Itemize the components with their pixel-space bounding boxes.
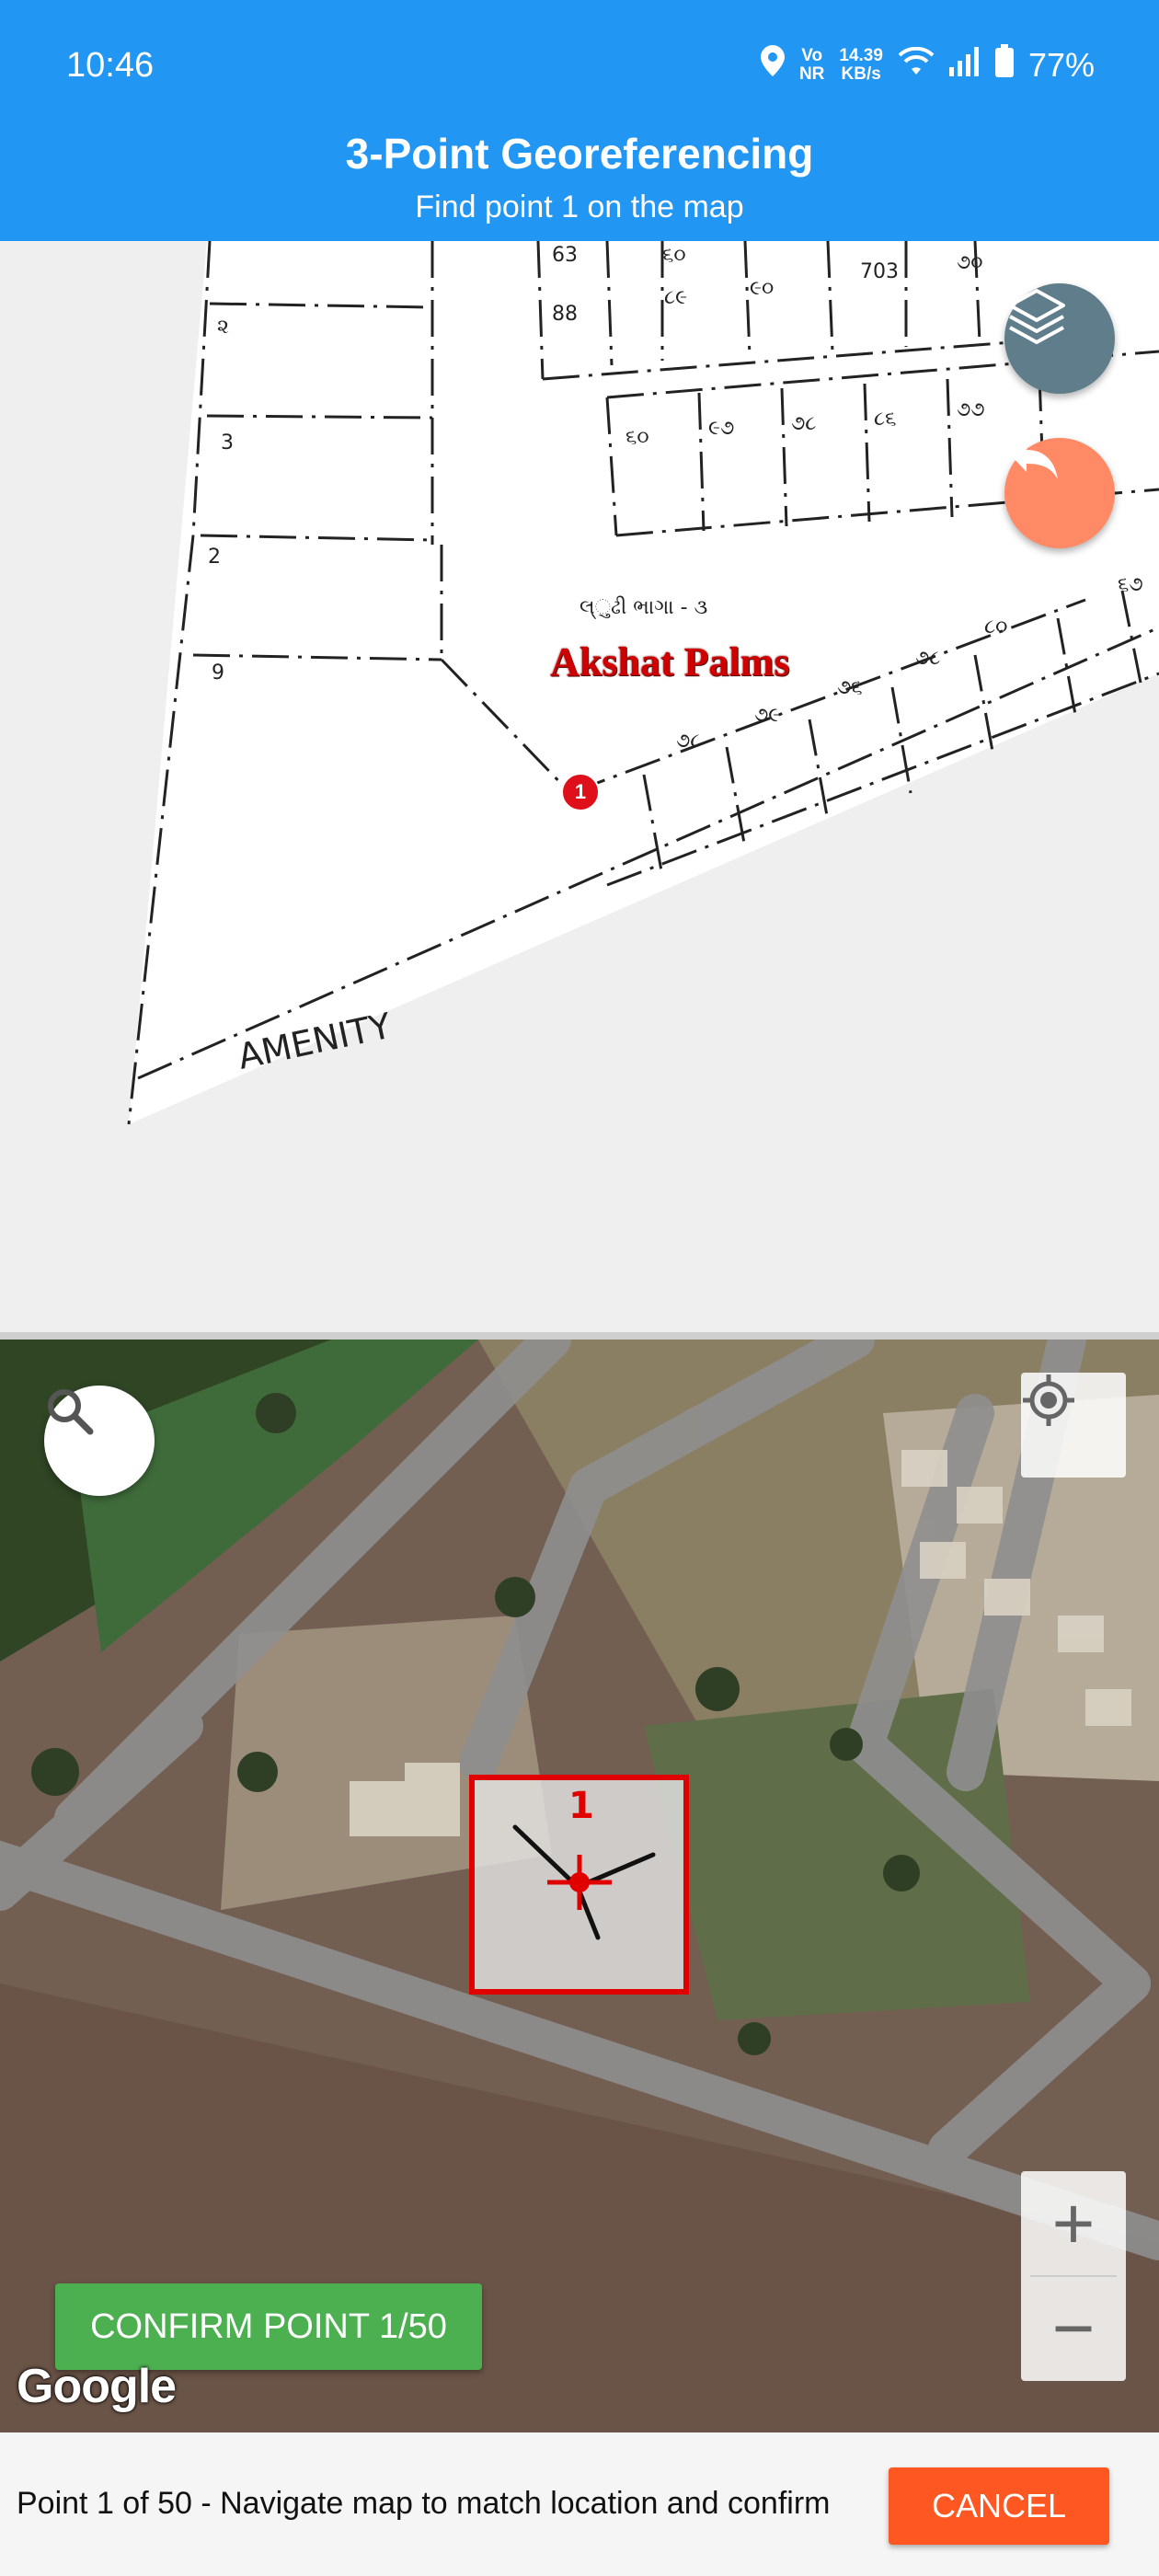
svg-text:લ્ુઢી ભાગા - ૩: લ્ુઢી ભાગા - ૩ <box>580 596 707 619</box>
google-attribution: Google <box>17 2360 177 2413</box>
zoom-in-button[interactable]: + <box>1021 2171 1126 2276</box>
bottom-bar: Point 1 of 50 - Navigate map to match lo… <box>0 2432 1159 2576</box>
svg-text:૨: ૨ <box>217 316 229 339</box>
zoom-out-button[interactable]: − <box>1021 2276 1126 2381</box>
volte-indicator: Vo NR <box>798 45 825 84</box>
svg-text:703: 703 <box>860 260 899 283</box>
split-divider[interactable] <box>0 1332 1159 1340</box>
svg-text:૬૦: ૬૦ <box>662 244 686 267</box>
my-location-button[interactable] <box>1021 1373 1126 1478</box>
battery-icon <box>994 44 1014 86</box>
svg-text:૯૭: ૯૭ <box>708 417 734 440</box>
svg-text:9: 9 <box>212 661 224 684</box>
svg-text:2: 2 <box>208 546 221 569</box>
satellite-imagery: 1 <box>0 1340 1159 2432</box>
plan-label-akshat-palms: Akshat Palms <box>550 639 790 684</box>
svg-text:૮૯: ૮૯ <box>664 286 687 309</box>
satellite-map[interactable]: 1 + − CONFIRM POINT 1/50 Google <box>0 1340 1159 2432</box>
svg-text:3: 3 <box>221 431 234 454</box>
instruction-text: Point 1 of 50 - Navigate map to match lo… <box>17 2486 831 2521</box>
network-speed: 14.39 KB/s <box>839 45 883 84</box>
undo-button[interactable] <box>1004 438 1115 548</box>
plan-view[interactable]: ૨ 3 2 9 63 88 ૬૦ ૮૯ ૯૦ 703 ૭૦ ૬૦ ૯૭ ૭૮ ૮… <box>0 241 1159 1334</box>
svg-text:૭૭: ૭૭ <box>957 398 985 421</box>
target-number: 1 <box>568 1785 594 1827</box>
map-search-button[interactable] <box>44 1386 155 1496</box>
svg-text:૭૮: ૭૮ <box>676 730 701 753</box>
layers-button[interactable] <box>1004 283 1115 394</box>
svg-text:૭૬: ૭૬ <box>837 676 863 699</box>
svg-text:૭૯: ૭૯ <box>754 704 780 727</box>
zoom-divider <box>1030 2275 1117 2277</box>
location-icon <box>760 45 785 85</box>
svg-text:63: 63 <box>552 244 578 267</box>
svg-text:૯૦: ૯૦ <box>750 277 774 300</box>
cancel-button[interactable]: CANCEL <box>889 2467 1109 2545</box>
wifi-icon <box>898 46 935 85</box>
svg-text:88: 88 <box>552 303 578 326</box>
app-header: 10:46 Vo NR 14.39 KB/s 77% 3-Point Georefe… <box>0 0 1159 241</box>
app-root: 10:46 Vo NR 14.39 KB/s 77% 3-Point Georefe… <box>0 0 1159 2576</box>
status-icons: Vo NR 14.39 KB/s 77% <box>760 44 1095 86</box>
signal-icon <box>948 46 981 85</box>
battery-percent: 77% <box>1027 45 1095 84</box>
page-subtitle: Find point 1 on the map <box>415 190 744 224</box>
svg-text:૭૮: ૭૮ <box>915 647 940 670</box>
svg-text:૬૭: ૬૭ <box>1118 573 1143 596</box>
status-time: 10:46 <box>66 46 155 85</box>
svg-text:૭૦: ૭૦ <box>957 251 983 274</box>
svg-text:૭૮: ૭૮ <box>791 412 816 435</box>
zoom-controls: + − <box>1021 2171 1126 2381</box>
svg-text:૮૦: ૮૦ <box>984 615 1007 638</box>
confirm-point-button[interactable]: CONFIRM POINT 1/50 <box>55 2283 482 2370</box>
svg-text:૬૦: ૬૦ <box>625 426 649 449</box>
svg-text:૮૬: ૮૬ <box>874 408 896 431</box>
point-marker[interactable]: 1 <box>561 773 600 811</box>
page-title: 3-Point Georeferencing <box>345 130 814 178</box>
